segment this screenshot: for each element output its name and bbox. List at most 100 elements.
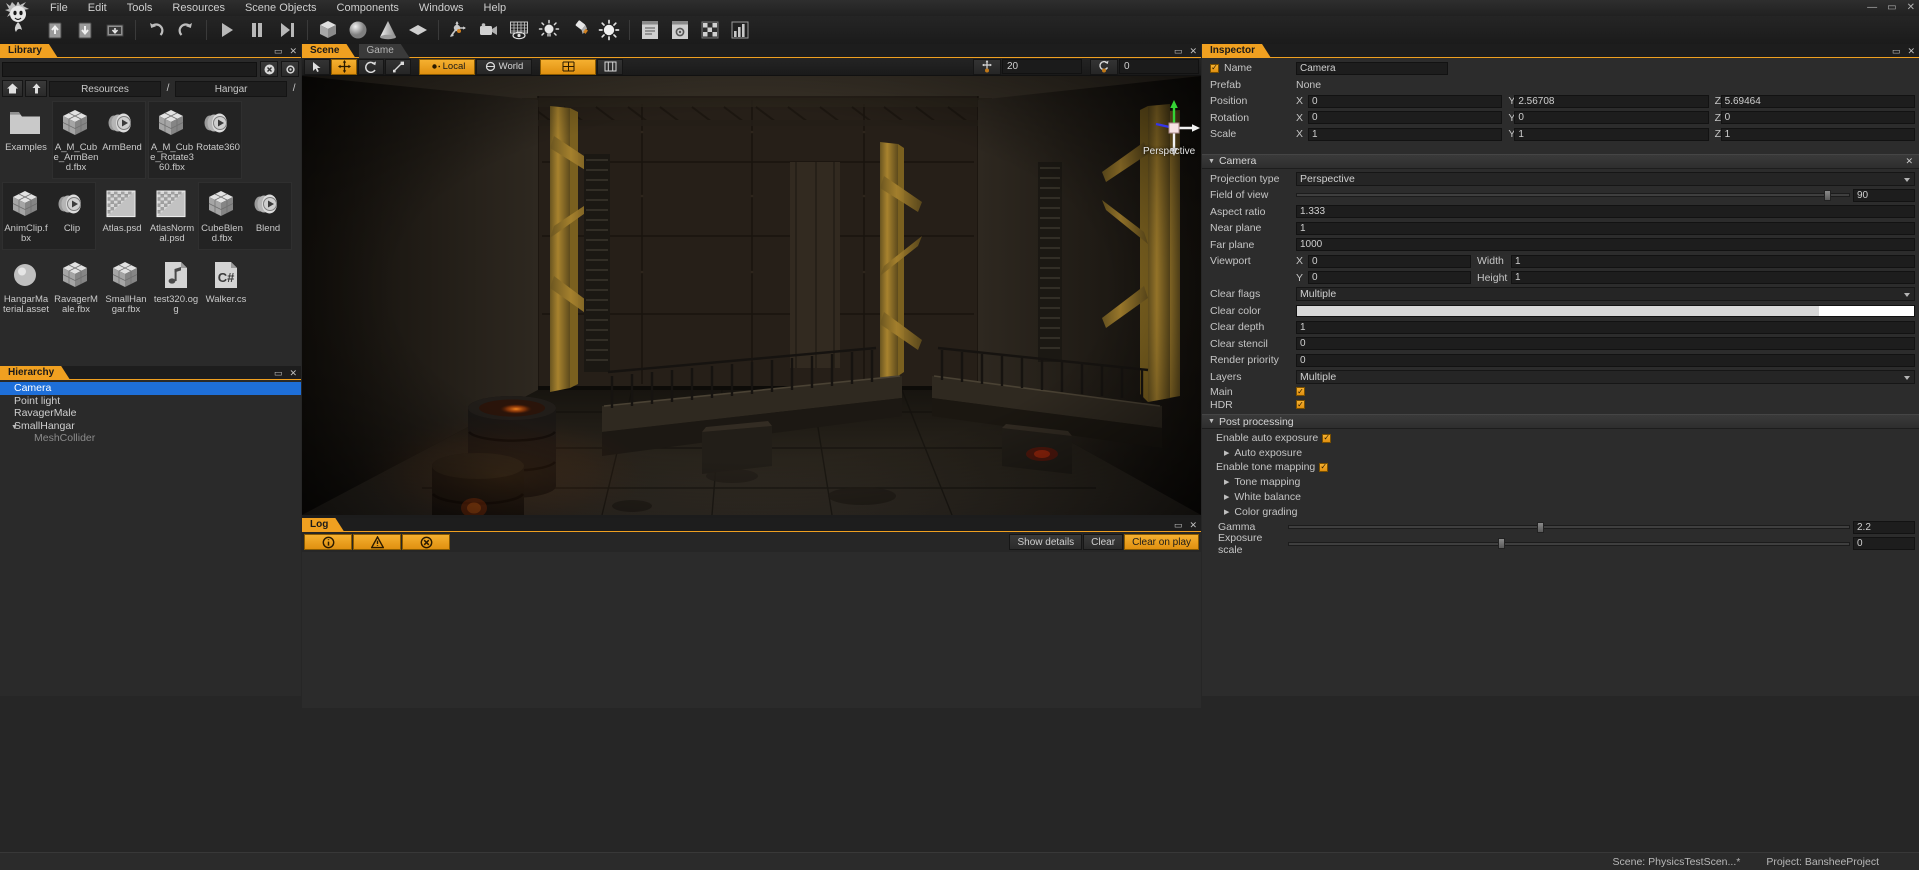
step-icon[interactable] (272, 17, 302, 43)
import-resource-icon[interactable] (100, 17, 130, 43)
hierarchy-close-icon[interactable]: ✕ (289, 367, 297, 379)
rotate-snap-input[interactable] (1119, 59, 1199, 74)
editor-settings-icon[interactable] (665, 17, 695, 43)
menu-resources[interactable]: Resources (162, 0, 235, 16)
menu-scene-objects[interactable]: Scene Objects (235, 0, 327, 16)
add-point-light-icon[interactable] (534, 17, 564, 43)
library-entry[interactable]: Examples (3, 104, 49, 176)
add-cone-icon[interactable] (373, 17, 403, 43)
library-item[interactable]: SmallHangar.fbx (102, 253, 150, 321)
hierarchy-maximize-icon[interactable]: ▭ (274, 367, 283, 379)
auto-exposure-subheader[interactable]: ▶ Auto exposure (1202, 445, 1919, 460)
hierarchy-item-ravagermale[interactable]: RavagerMale (0, 407, 301, 420)
menu-windows[interactable]: Windows (409, 0, 474, 16)
white-balance-expand-icon[interactable]: ▶ (1224, 493, 1229, 501)
warning-filter[interactable] (353, 534, 401, 550)
library-item-group[interactable]: AnimClip.fbx Clip (2, 182, 96, 250)
post-processing-collapse-icon[interactable]: ▼ (1208, 418, 1215, 425)
add-spot-light-icon[interactable] (564, 17, 594, 43)
menu-tools[interactable]: Tools (117, 0, 163, 16)
enable-tone-mapping-checkbox[interactable] (1319, 462, 1329, 472)
search-input[interactable] (2, 61, 257, 77)
position-y-field[interactable] (1514, 94, 1709, 108)
save-scene-icon[interactable] (40, 17, 70, 43)
hierarchy-item-point-light[interactable]: Point light (0, 395, 301, 408)
enable-auto-exposure-checkbox[interactable] (1322, 433, 1332, 443)
add-camera-icon[interactable] (474, 17, 504, 43)
play-icon[interactable] (212, 17, 242, 43)
layers-dropdown[interactable]: Multiple (1296, 369, 1915, 384)
library-entry[interactable]: test320.ogg (153, 256, 199, 318)
viewport-y-field[interactable] (1308, 271, 1471, 285)
hierarchy-item-camera[interactable]: Camera (0, 382, 301, 395)
library-item[interactable]: Examples (2, 101, 50, 179)
menu-help[interactable]: Help (474, 0, 517, 16)
color-grading-subheader[interactable]: ▶ Color grading (1202, 504, 1919, 519)
scale-z-field[interactable] (1720, 127, 1915, 141)
maximize-button[interactable]: ▭ (1887, 1, 1896, 15)
clear-depth-field[interactable] (1296, 320, 1915, 334)
scale-tool-icon[interactable] (385, 58, 411, 75)
breadcrumb-resources[interactable]: Resources (48, 80, 162, 97)
rotate-tool-icon[interactable] (358, 58, 384, 75)
object-name-field[interactable] (1296, 61, 1448, 75)
add-quad-icon[interactable] (403, 17, 433, 43)
hdr-checkbox[interactable] (1296, 400, 1305, 409)
library-item[interactable]: C# Walker.cs (202, 253, 250, 321)
add-sphere-icon[interactable] (343, 17, 373, 43)
library-entry[interactable]: A_M_Cube_Rotate360.fbx (149, 104, 195, 176)
library-item[interactable]: RavagerMale.fbx (52, 253, 100, 321)
render-priority-field[interactable] (1296, 353, 1915, 367)
library-item[interactable]: HangarMaterial.asset (2, 253, 50, 321)
grid-snap-icon[interactable] (540, 58, 596, 75)
library-entry[interactable]: C# Walker.cs (203, 256, 249, 318)
white-balance-subheader[interactable]: ▶ White balance (1202, 489, 1919, 504)
breadcrumb-hangar[interactable]: Hangar (174, 80, 288, 97)
near-plane-field[interactable] (1296, 221, 1915, 235)
pivot-mode-button[interactable]: Local (419, 58, 475, 75)
move-snap-icon[interactable] (973, 58, 1001, 75)
projection-type-dropdown[interactable]: Perspective (1296, 171, 1915, 186)
library-entry[interactable]: AtlasNormal.psd (149, 185, 195, 247)
coord-mode-button[interactable]: World (476, 58, 532, 75)
build-icon[interactable] (695, 17, 725, 43)
viewport-x-field[interactable] (1308, 254, 1471, 268)
view-options-icon[interactable] (597, 58, 623, 75)
log-close-icon[interactable]: ✕ (1189, 519, 1197, 531)
auto-exposure-expand-icon[interactable]: ▶ (1224, 449, 1229, 457)
menu-file[interactable]: File (40, 0, 78, 16)
add-cube-icon[interactable] (313, 17, 343, 43)
field-of-view-value[interactable] (1853, 188, 1915, 202)
log-entries-list[interactable] (302, 552, 1201, 708)
clear-flags-dropdown[interactable]: Multiple (1296, 287, 1915, 302)
library-entry[interactable]: Rotate360 (195, 104, 241, 176)
library-entry[interactable]: A_M_Cube_ArmBend.fbx (53, 104, 99, 176)
error-filter[interactable] (402, 534, 450, 550)
viewport-height-field[interactable] (1511, 271, 1915, 285)
library-entry[interactable]: RavagerMale.fbx (53, 256, 99, 318)
gamma-slider[interactable] (1288, 521, 1850, 534)
aspect-ratio-field[interactable] (1296, 205, 1915, 219)
color-grading-expand-icon[interactable]: ▶ (1224, 508, 1229, 516)
inspector-maximize-icon[interactable]: ▭ (1892, 45, 1901, 57)
inspector-close-icon[interactable]: ✕ (1907, 45, 1915, 57)
options-gear-icon[interactable] (281, 61, 299, 77)
library-item-group[interactable]: A_M_Cube_Rotate360.fbx Rotate360 (148, 101, 242, 179)
library-entry[interactable]: ArmBend (99, 104, 145, 176)
scene-close-icon[interactable]: ✕ (1189, 45, 1197, 57)
move-tool-icon[interactable] (331, 58, 357, 75)
rotate-snap-icon[interactable] (1090, 58, 1118, 75)
library-item-group[interactable]: A_M_Cube_ArmBend.fbx ArmBend (52, 101, 146, 179)
library-entry[interactable]: AnimClip.fbx (3, 185, 49, 247)
up-arrow-icon[interactable] (25, 80, 47, 97)
position-z-field[interactable] (1720, 94, 1915, 108)
menu-edit[interactable]: Edit (78, 0, 117, 16)
library-maximize-icon[interactable]: ▭ (274, 45, 283, 57)
profiler-icon[interactable] (725, 17, 755, 43)
tab-scene[interactable]: Scene (302, 44, 355, 58)
field-of-view-slider[interactable] (1296, 189, 1850, 202)
library-item-group[interactable]: CubeBlend.fbx Blend (198, 182, 292, 250)
cursor-select-icon[interactable] (304, 58, 330, 75)
tab-library[interactable]: Library (0, 44, 58, 58)
camera-remove-icon[interactable]: ✕ (1905, 156, 1913, 167)
